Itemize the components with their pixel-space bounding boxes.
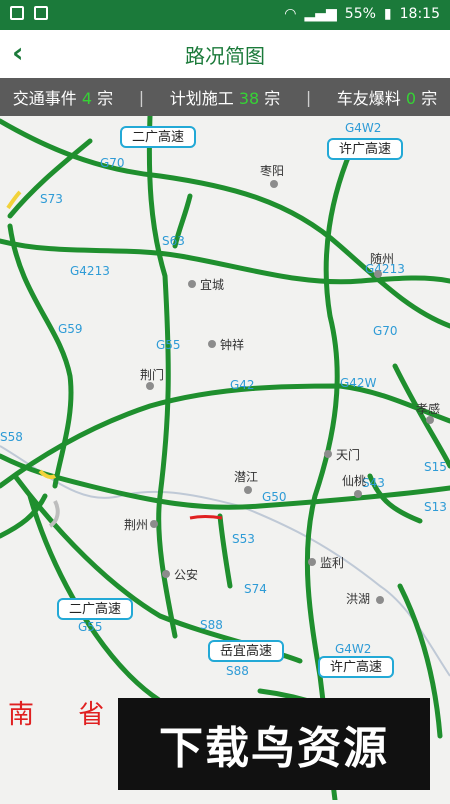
summary-user-reports[interactable]: 车友爆料 0 宗 xyxy=(337,85,437,109)
road-code: S53 xyxy=(232,532,255,546)
lock-icon xyxy=(34,6,48,20)
city-marker xyxy=(162,570,170,578)
wifi-icon: ◠ xyxy=(284,6,297,22)
road-code: S73 xyxy=(40,192,63,206)
road-code: S88 xyxy=(226,664,249,678)
watermark: 下载鸟资源 xyxy=(118,698,430,790)
signal-icon: ▂▄▆ xyxy=(304,6,337,22)
city-label: 洪湖 xyxy=(346,592,371,606)
road-code: S88 xyxy=(200,618,223,632)
city-label: 监利 xyxy=(320,556,345,570)
road-code: G55 xyxy=(78,620,103,634)
road-code: S63 xyxy=(162,234,185,248)
city-marker xyxy=(270,180,278,188)
divider: | xyxy=(305,87,312,107)
city-label: 荆门 xyxy=(140,368,165,382)
city-label: 孝感 xyxy=(416,402,441,416)
notification-icon xyxy=(10,6,24,20)
road-code: G70 xyxy=(100,156,125,170)
divider: | xyxy=(138,87,145,107)
road-code: S58 xyxy=(0,430,23,444)
city-label: 仙桃 xyxy=(342,474,367,488)
highway-badge[interactable]: 许广高速 xyxy=(327,138,404,160)
battery-icon: ▮ xyxy=(383,6,392,22)
city-label: 钟祥 xyxy=(220,338,245,352)
highway-badge[interactable]: 二广高速 xyxy=(57,598,134,620)
city-label: 宜城 xyxy=(200,278,225,292)
city-marker xyxy=(150,520,158,528)
incident-segment[interactable] xyxy=(189,515,223,520)
city-marker xyxy=(208,340,216,348)
city-label: 荆州 xyxy=(124,518,149,532)
road-code: G42 xyxy=(230,378,255,392)
city-label: 潜江 xyxy=(234,470,259,484)
city-marker xyxy=(354,490,362,498)
status-bar: ◠ ▂▄▆ 55% ▮ 18:15 xyxy=(0,0,450,30)
highway-badge[interactable]: 二广高速 xyxy=(120,126,197,148)
road-code: G50 xyxy=(262,490,287,504)
road-code: S74 xyxy=(244,582,267,596)
road-code: S13 xyxy=(424,500,447,514)
highway-badge[interactable]: 许广高速 xyxy=(318,656,395,678)
road-code: G4W2 xyxy=(345,121,382,135)
city-label: 公安 xyxy=(174,568,199,582)
city-marker xyxy=(374,270,382,278)
highway-badge[interactable]: 岳宜高速 xyxy=(208,640,285,662)
summary-incidents[interactable]: 交通事件 4 宗 xyxy=(13,85,113,109)
page-title: 路况简图 xyxy=(185,44,265,68)
city-label: 随州 xyxy=(370,252,395,266)
road-code: G70 xyxy=(373,324,398,338)
battery-percent: 55% xyxy=(344,6,376,22)
province-label: 南 省 xyxy=(8,700,123,730)
road-code: G55 xyxy=(156,338,181,352)
city-marker xyxy=(426,416,434,424)
city-marker xyxy=(244,486,252,494)
city-marker xyxy=(324,450,332,458)
city-label: 天门 xyxy=(336,448,361,462)
road-code: S15 xyxy=(424,460,447,474)
road-code: G4213 xyxy=(70,264,110,278)
city-marker xyxy=(188,280,196,288)
top-bar: ‹ 路况简图 xyxy=(0,30,450,79)
road-code: G4W2 xyxy=(335,642,372,656)
summary-planned-works[interactable]: 计划施工 38 宗 xyxy=(170,85,281,109)
city-marker xyxy=(308,558,316,566)
city-marker xyxy=(376,596,384,604)
time: 18:15 xyxy=(399,6,440,22)
city-label: 枣阳 xyxy=(260,164,285,178)
road-code: G59 xyxy=(58,322,83,336)
city-marker xyxy=(146,382,154,390)
traffic-summary: 交通事件 4 宗 | 计划施工 38 宗 | 车友爆料 0 宗 xyxy=(0,78,450,116)
road-code: G42W xyxy=(340,376,377,390)
